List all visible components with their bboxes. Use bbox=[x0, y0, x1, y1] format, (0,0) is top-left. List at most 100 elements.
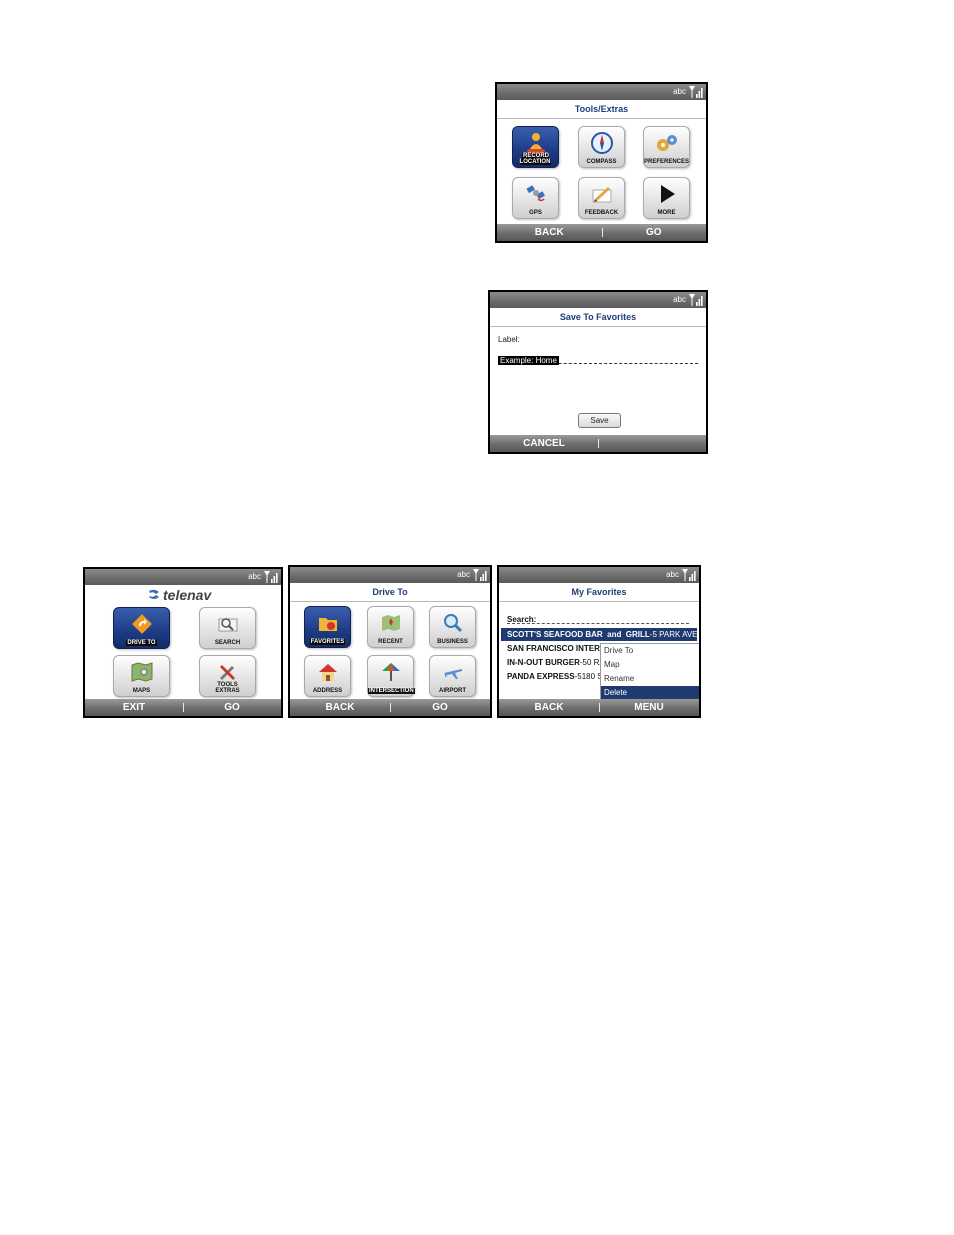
menu-item-rename[interactable]: Rename bbox=[601, 672, 699, 686]
compass-icon bbox=[590, 132, 613, 154]
favorite-name: IN-N-OUT BURGER bbox=[507, 658, 580, 667]
menu-softkey[interactable]: MENU bbox=[599, 699, 699, 716]
label-caption: Label: bbox=[498, 335, 520, 344]
softkey-bar: EXIT GO bbox=[85, 699, 281, 716]
compass-tile[interactable]: COMPASS bbox=[578, 126, 625, 168]
play-arrow-icon bbox=[660, 185, 675, 203]
status-bar: abc bbox=[499, 567, 699, 583]
softkey-bar: CANCEL bbox=[490, 435, 706, 452]
tile-label: MORE bbox=[657, 210, 676, 216]
airport-tile[interactable]: AIRPORT bbox=[429, 655, 476, 697]
label-input-value: Example: Home bbox=[498, 356, 559, 365]
gears-icon bbox=[656, 135, 677, 151]
tile-label: FAVORITES bbox=[309, 639, 346, 645]
maps-tile[interactable]: MAPS bbox=[113, 655, 170, 697]
drive-to-tile[interactable]: DRIVE TO bbox=[113, 607, 170, 649]
tools-icon bbox=[219, 665, 235, 680]
signal-icon bbox=[689, 86, 703, 98]
go-softkey[interactable]: GO bbox=[602, 224, 707, 241]
business-search-icon bbox=[443, 614, 462, 633]
favorite-name: PANDA EXPRESS bbox=[507, 672, 575, 681]
tile-label: MAPS bbox=[132, 688, 151, 694]
feedback-tile[interactable]: FEEDBACK bbox=[578, 177, 625, 219]
favorite-address: -5 PARK AVE, SAN bbox=[649, 630, 697, 639]
preferences-tile[interactable]: PREFERENCES bbox=[643, 126, 690, 168]
search-book-icon bbox=[218, 618, 237, 632]
my-favorites-screen: abc My Favorites Search: SCOTT'S SEAFOOD… bbox=[497, 565, 701, 718]
drive-to-screen: abc Drive To FAVORITES RECENT BUSINESS A… bbox=[288, 565, 492, 718]
tile-label: RECENT bbox=[378, 639, 403, 645]
screen-title: Drive To bbox=[290, 583, 490, 602]
telenav-main-screen: abc telenav DRIVE TO SEARCH MAPS TOOLS E… bbox=[83, 567, 283, 718]
input-mode-indicator: abc bbox=[248, 572, 261, 581]
tile-label: INTERSECTION bbox=[368, 688, 415, 694]
tile-label: ADDRESS bbox=[312, 688, 343, 694]
back-softkey[interactable]: BACK bbox=[497, 224, 602, 241]
signal-icon bbox=[473, 569, 487, 581]
cancel-softkey[interactable]: CANCEL bbox=[490, 435, 598, 452]
search-tile[interactable]: SEARCH bbox=[199, 607, 256, 649]
airplane-icon bbox=[443, 669, 462, 679]
recent-map-icon bbox=[381, 615, 400, 631]
save-button[interactable]: Save bbox=[578, 413, 621, 428]
feedback-pencil-icon bbox=[592, 187, 611, 203]
save-to-favorites-screen: abc Save To Favorites Label: Example: Ho… bbox=[488, 290, 708, 454]
menu-item-drive-to[interactable]: Drive To bbox=[601, 644, 699, 658]
screen-title: Save To Favorites bbox=[490, 308, 706, 327]
softkey-bar: BACK GO bbox=[290, 699, 490, 716]
back-softkey[interactable]: BACK bbox=[499, 699, 599, 716]
favorite-row[interactable]: SCOTT'S SEAFOOD BAR and GRILL-5 PARK AVE… bbox=[501, 628, 697, 641]
tile-label: TOOLS EXTRAS bbox=[215, 682, 240, 694]
softkey-bar: BACK GO bbox=[497, 224, 706, 241]
signal-icon bbox=[264, 571, 278, 583]
intersection-tile[interactable]: INTERSECTION bbox=[367, 655, 415, 697]
telenav-logo-icon bbox=[149, 589, 159, 599]
softkey-bar: BACK MENU bbox=[499, 699, 699, 716]
softkey-divider bbox=[598, 439, 599, 448]
recent-tile[interactable]: RECENT bbox=[367, 606, 414, 648]
go-softkey[interactable]: GO bbox=[183, 699, 281, 716]
input-mode-indicator: abc bbox=[673, 87, 686, 96]
input-mode-indicator: abc bbox=[666, 570, 679, 579]
status-bar: abc bbox=[490, 292, 706, 308]
tile-label: DRIVE TO bbox=[126, 640, 157, 646]
tile-label: PREFERENCES bbox=[644, 159, 690, 165]
more-tile[interactable]: MORE bbox=[643, 177, 690, 219]
tools-extras-tile[interactable]: TOOLS EXTRAS bbox=[199, 655, 256, 697]
map-icon bbox=[131, 662, 152, 682]
screen-title: My Favorites bbox=[499, 583, 699, 602]
signal-icon bbox=[689, 294, 703, 306]
exit-softkey[interactable]: EXIT bbox=[85, 699, 183, 716]
tile-label: AIRPORT bbox=[439, 688, 466, 694]
tile-label: FEEDBACK bbox=[584, 210, 619, 216]
tile-label: SEARCH bbox=[214, 640, 241, 646]
record-location-tile[interactable]: RECORD LOCATION bbox=[512, 126, 559, 168]
back-softkey[interactable]: BACK bbox=[290, 699, 390, 716]
context-menu: Drive To Map Rename Delete bbox=[600, 643, 699, 702]
tile-label: COMPASS bbox=[586, 159, 617, 165]
gps-tile[interactable]: GPS bbox=[512, 177, 559, 219]
input-mode-indicator: abc bbox=[457, 570, 470, 579]
satellite-icon bbox=[525, 185, 545, 202]
menu-item-delete[interactable]: Delete bbox=[601, 686, 699, 700]
tile-label: RECORD LOCATION bbox=[519, 153, 552, 165]
signal-icon bbox=[682, 569, 696, 581]
search-label: Search: bbox=[507, 615, 537, 624]
house-icon bbox=[318, 664, 337, 681]
favorites-tile[interactable]: FAVORITES bbox=[304, 606, 351, 648]
go-softkey[interactable]: GO bbox=[390, 699, 490, 716]
status-bar: abc bbox=[85, 569, 281, 585]
person-pin-icon bbox=[526, 133, 545, 154]
status-bar: abc bbox=[497, 84, 706, 100]
label-input[interactable]: Example: Home bbox=[498, 350, 698, 365]
business-tile[interactable]: BUSINESS bbox=[429, 606, 476, 648]
drive-to-diamond-icon bbox=[131, 614, 152, 634]
tile-label: GPS bbox=[529, 210, 542, 216]
tools-extras-screen: abc Tools/Extras RECORD LOCATION COMPASS… bbox=[495, 82, 708, 243]
favorite-name: SCOTT'S SEAFOOD BAR and GRILL bbox=[507, 630, 650, 639]
menu-item-map[interactable]: Map bbox=[601, 658, 699, 672]
search-field[interactable]: Search: bbox=[507, 609, 689, 624]
tile-label: BUSINESS bbox=[437, 639, 468, 645]
input-mode-indicator: abc bbox=[673, 295, 686, 304]
address-tile[interactable]: ADDRESS bbox=[304, 655, 351, 697]
